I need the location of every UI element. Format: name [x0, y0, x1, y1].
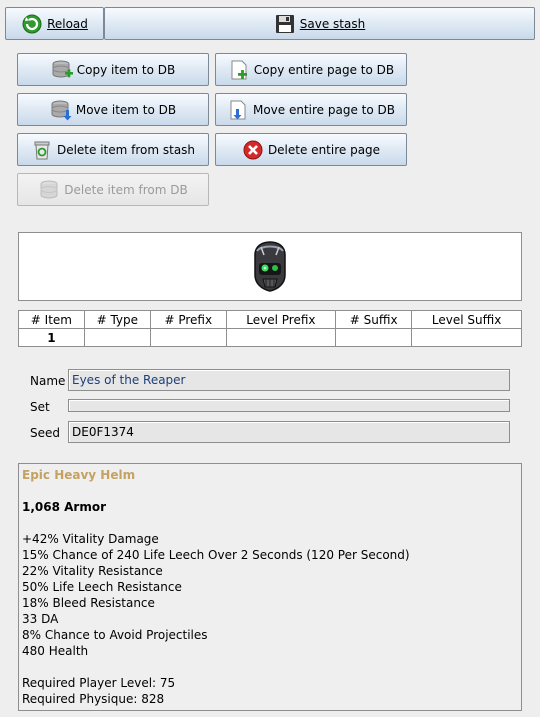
- save-stash-label: Save stash: [299, 16, 366, 31]
- set-field[interactable]: [68, 399, 510, 412]
- table-row[interactable]: 1: [18, 328, 522, 347]
- delete-item-from-db-label: Delete item from DB: [64, 182, 188, 197]
- cell-level-suffix[interactable]: [411, 328, 522, 347]
- floppy-disk-icon: [274, 13, 296, 35]
- copy-entire-page-to-db-label: Copy entire page to DB: [253, 62, 395, 77]
- recycle-bin-icon: [31, 139, 53, 161]
- column-header-suffix[interactable]: # Suffix: [335, 310, 413, 329]
- cell-item[interactable]: 1: [18, 328, 85, 347]
- item-stat: 480 Health: [22, 644, 89, 658]
- move-item-to-db-button[interactable]: Move item to DB: [17, 93, 209, 126]
- column-header-level-prefix[interactable]: Level Prefix: [225, 310, 337, 329]
- delete-item-from-stash-label: Delete item from stash: [56, 142, 196, 157]
- save-stash-button[interactable]: Save stash: [104, 7, 535, 40]
- skull-helm-icon: [254, 241, 286, 292]
- copy-entire-page-to-db-button[interactable]: Copy entire page to DB: [215, 53, 407, 86]
- set-label: Set: [30, 400, 50, 414]
- item-stat: 50% Life Leech Resistance: [22, 580, 182, 594]
- item-stat: 22% Vitality Resistance: [22, 564, 163, 578]
- item-stat: 33 DA: [22, 612, 59, 626]
- page-plus-icon: [228, 59, 250, 81]
- delete-item-from-stash-button[interactable]: Delete item from stash: [17, 133, 209, 166]
- column-header-type[interactable]: # Type: [83, 310, 151, 329]
- required-physique: Required Physique: 828: [22, 692, 165, 706]
- delete-entire-page-button[interactable]: Delete entire page: [215, 133, 407, 166]
- column-header-item[interactable]: # Item: [18, 310, 85, 329]
- seed-field[interactable]: DE0F1374: [68, 421, 510, 443]
- cell-type[interactable]: [83, 328, 151, 347]
- page-arrow-icon: [227, 99, 249, 121]
- cell-suffix[interactable]: [335, 328, 413, 347]
- cell-prefix[interactable]: [149, 328, 227, 347]
- reload-label: Reload: [47, 16, 88, 31]
- column-header-level-suffix[interactable]: Level Suffix: [411, 310, 522, 329]
- move-entire-page-to-db-button[interactable]: Move entire page to DB: [215, 93, 407, 126]
- move-entire-page-to-db-label: Move entire page to DB: [252, 102, 395, 117]
- column-header-prefix[interactable]: # Prefix: [149, 310, 227, 329]
- delete-entire-page-label: Delete entire page: [267, 142, 381, 157]
- copy-item-to-db-button[interactable]: Copy item to DB: [17, 53, 209, 86]
- item-stat: +42% Vitality Damage: [22, 532, 159, 546]
- affix-table: # Item # Type # Prefix Level Prefix # Su…: [18, 310, 522, 347]
- required-player-level: Required Player Level: 75: [22, 676, 176, 690]
- red-x-icon: [242, 139, 264, 161]
- move-item-to-db-label: Move item to DB: [75, 102, 177, 117]
- name-field[interactable]: Eyes of the Reaper: [68, 369, 510, 391]
- item-stat: 15% Chance of 240 Life Leech Over 2 Seco…: [22, 548, 410, 562]
- delete-item-from-db-button[interactable]: Delete item from DB: [17, 173, 209, 206]
- reload-button[interactable]: Reload: [5, 7, 104, 40]
- item-stat: 8% Chance to Avoid Projectiles: [22, 628, 208, 642]
- item-image-panel: [18, 232, 522, 301]
- database-icon: [38, 179, 60, 201]
- refresh-icon: [21, 13, 43, 35]
- item-description-panel: Epic Heavy Helm 1,068 Armor +42% Vitalit…: [18, 463, 522, 711]
- item-stat: 18% Bleed Resistance: [22, 596, 155, 610]
- seed-label: Seed: [30, 426, 60, 440]
- database-plus-icon: [51, 59, 73, 81]
- database-arrow-icon: [50, 99, 72, 121]
- item-armor: 1,068 Armor: [22, 500, 107, 514]
- cell-level-prefix[interactable]: [225, 328, 337, 347]
- name-label: Name: [30, 374, 66, 388]
- item-title: Epic Heavy Helm: [22, 468, 136, 482]
- copy-item-to-db-label: Copy item to DB: [76, 62, 176, 77]
